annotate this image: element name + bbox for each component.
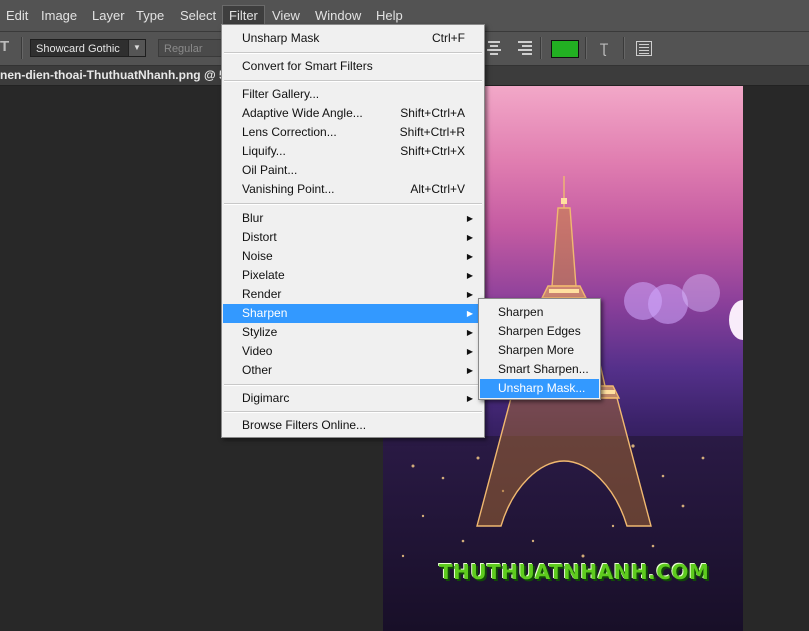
menu-item-sharpen[interactable]: Sharpen ▶ bbox=[223, 304, 483, 323]
menu-item-label: Filter Gallery... bbox=[242, 87, 320, 101]
divider bbox=[224, 52, 482, 54]
menu-select[interactable]: Select bbox=[174, 6, 222, 26]
divider bbox=[623, 37, 625, 59]
menu-item-distort[interactable]: Distort ▶ bbox=[223, 228, 483, 247]
menu-item-label: Noise bbox=[242, 249, 273, 263]
menu-item-label: Adaptive Wide Angle... bbox=[242, 106, 363, 120]
text-color-swatch[interactable] bbox=[551, 40, 579, 58]
submenu-arrow-icon: ▶ bbox=[466, 366, 473, 375]
divider bbox=[21, 37, 23, 59]
panels-icon[interactable] bbox=[636, 41, 652, 56]
menu-window[interactable]: Window bbox=[309, 6, 367, 26]
submenu-arrow-icon: ▶ bbox=[466, 347, 473, 356]
divider bbox=[540, 37, 542, 59]
menu-item-video[interactable]: Video ▶ bbox=[223, 342, 483, 361]
submenu-arrow-icon: ▶ bbox=[466, 290, 473, 299]
menu-item-label: Other bbox=[242, 363, 273, 377]
menu-image[interactable]: Image bbox=[35, 6, 83, 26]
menu-item-convert-smart-filters[interactable]: Convert for Smart Filters bbox=[223, 57, 483, 76]
menu-item-label: Video bbox=[242, 344, 273, 358]
menu-item-label: Blur bbox=[242, 211, 264, 225]
menu-item-label: Unsharp Mask bbox=[242, 31, 320, 45]
submenu-arrow-icon: ▶ bbox=[466, 214, 473, 223]
menu-layer[interactable]: Layer bbox=[86, 6, 131, 26]
document-title: nen-dien-thoai-ThuthuatNhanh.png @ 50 bbox=[0, 68, 233, 82]
menu-item-blur[interactable]: Blur ▶ bbox=[223, 209, 483, 228]
menu-item-label: Convert for Smart Filters bbox=[242, 59, 373, 73]
menu-item-vanishing-point[interactable]: Vanishing Point... Alt+Ctrl+V bbox=[223, 180, 483, 199]
shortcut-label: Alt+Ctrl+V bbox=[410, 182, 465, 196]
font-family-select[interactable]: Showcard Gothic ▼ bbox=[30, 39, 146, 57]
menu-item-other[interactable]: Other ▶ bbox=[223, 361, 483, 380]
menu-item-oil-paint[interactable]: Oil Paint... bbox=[223, 161, 483, 180]
menu-item-label: Render bbox=[242, 287, 282, 301]
menu-item-render[interactable]: Render ▶ bbox=[223, 285, 483, 304]
menu-item-label: Sharpen Edges bbox=[498, 324, 581, 338]
submenu-arrow-icon: ▶ bbox=[466, 309, 473, 318]
divider bbox=[224, 384, 482, 386]
menu-view[interactable]: View bbox=[266, 6, 306, 26]
menu-item-digimarc[interactable]: Digimarc ▶ bbox=[223, 389, 483, 408]
menu-item-stylize[interactable]: Stylize ▶ bbox=[223, 323, 483, 342]
menu-filter[interactable]: Filter bbox=[222, 5, 265, 26]
submenu-arrow-icon: ▶ bbox=[466, 271, 473, 280]
menu-item-label: Unsharp Mask... bbox=[498, 381, 586, 395]
submenu-arrow-icon: ▶ bbox=[466, 233, 473, 242]
submenu-item-smart-sharpen[interactable]: Smart Sharpen... bbox=[480, 360, 599, 379]
align-right-icon[interactable] bbox=[518, 41, 532, 55]
font-style-select[interactable]: Regular bbox=[158, 39, 222, 57]
menu-item-lens-correction[interactable]: Lens Correction... Shift+Ctrl+R bbox=[223, 123, 483, 142]
shortcut-label: Shift+Ctrl+R bbox=[399, 125, 465, 139]
watermark-text: THUTHUATNHANH.COM bbox=[439, 560, 710, 584]
menu-item-label: Pixelate bbox=[242, 268, 285, 282]
menu-item-adaptive-wide-angle[interactable]: Adaptive Wide Angle... Shift+Ctrl+A bbox=[223, 104, 483, 123]
menu-item-label: Digimarc bbox=[242, 391, 290, 405]
shortcut-label: Shift+Ctrl+A bbox=[400, 106, 465, 120]
menu-edit[interactable]: Edit bbox=[0, 6, 34, 26]
submenu-item-unsharp-mask[interactable]: Unsharp Mask... bbox=[480, 379, 599, 398]
menu-item-label: Oil Paint... bbox=[242, 163, 298, 177]
submenu-arrow-icon: ▶ bbox=[466, 394, 473, 403]
menu-item-pixelate[interactable]: Pixelate ▶ bbox=[223, 266, 483, 285]
shortcut-label: Shift+Ctrl+X bbox=[400, 144, 465, 158]
menu-item-label: Stylize bbox=[242, 325, 278, 339]
divider bbox=[224, 411, 482, 413]
divider bbox=[585, 37, 587, 59]
menu-item-label: Browse Filters Online... bbox=[242, 418, 367, 432]
menu-item-label: Vanishing Point... bbox=[242, 182, 335, 196]
warp-text-icon[interactable]: Ʈ bbox=[595, 40, 613, 58]
menu-item-label: Distort bbox=[242, 230, 277, 244]
menu-item-label: Sharpen bbox=[242, 306, 288, 320]
font-style-value: Regular bbox=[164, 43, 203, 55]
menu-item-noise[interactable]: Noise ▶ bbox=[223, 247, 483, 266]
submenu-arrow-icon: ▶ bbox=[466, 328, 473, 337]
align-center-icon[interactable] bbox=[487, 41, 501, 55]
menu-item-label: Sharpen More bbox=[498, 343, 575, 357]
menu-item-last-filter[interactable]: Unsharp Mask Ctrl+F bbox=[223, 29, 483, 48]
menu-item-label: Smart Sharpen... bbox=[498, 362, 589, 376]
submenu-item-sharpen-more[interactable]: Sharpen More bbox=[480, 341, 599, 360]
submenu-item-sharpen-edges[interactable]: Sharpen Edges bbox=[480, 322, 599, 341]
sharpen-submenu: Sharpen Sharpen Edges Sharpen More Smart… bbox=[478, 298, 601, 400]
divider bbox=[224, 80, 482, 82]
type-tool-icon[interactable]: T bbox=[0, 38, 14, 58]
menu-item-liquify[interactable]: Liquify... Shift+Ctrl+X bbox=[223, 142, 483, 161]
submenu-item-sharpen[interactable]: Sharpen bbox=[480, 303, 599, 322]
shortcut-label: Ctrl+F bbox=[432, 31, 465, 45]
menu-item-label: Sharpen bbox=[498, 305, 544, 319]
submenu-arrow-icon: ▶ bbox=[466, 252, 473, 261]
dropdown-arrow-icon[interactable]: ▼ bbox=[128, 40, 145, 56]
menu-help[interactable]: Help bbox=[370, 6, 409, 26]
filter-menu: Unsharp Mask Ctrl+F Convert for Smart Fi… bbox=[221, 24, 485, 438]
menu-item-label: Liquify... bbox=[242, 144, 286, 158]
menu-item-browse-filters-online[interactable]: Browse Filters Online... bbox=[223, 416, 483, 435]
menu-type[interactable]: Type bbox=[130, 6, 170, 26]
divider bbox=[224, 203, 482, 205]
font-family-value: Showcard Gothic bbox=[36, 43, 120, 55]
menu-item-label: Lens Correction... bbox=[242, 125, 337, 139]
menu-item-filter-gallery[interactable]: Filter Gallery... bbox=[223, 85, 483, 104]
